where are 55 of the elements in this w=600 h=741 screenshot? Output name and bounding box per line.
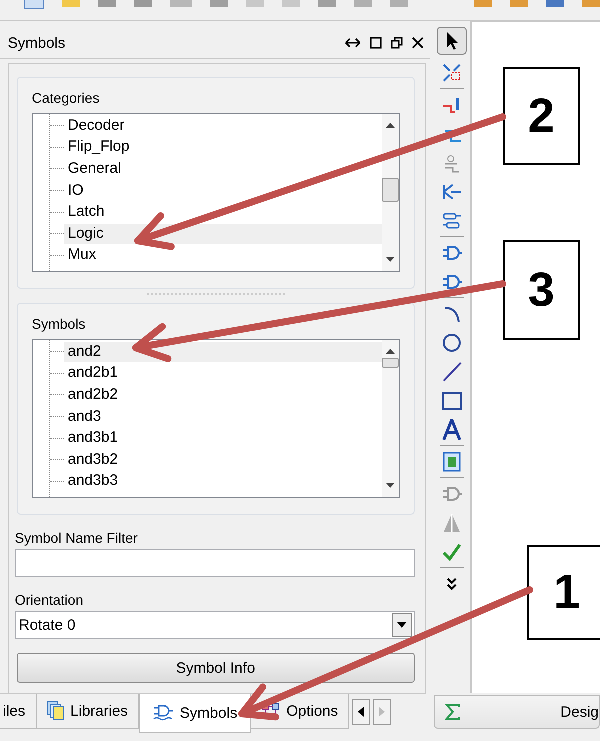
panel-tab[interactable]: Symbols xyxy=(139,694,251,733)
maximize-icon[interactable] xyxy=(370,37,382,49)
panel-tab[interactable]: iles xyxy=(0,694,37,729)
line-icon[interactable] xyxy=(440,360,463,382)
tree-item[interactable]: and2b1 xyxy=(64,363,382,384)
scroll-down-icon[interactable] xyxy=(386,483,395,489)
panel-tab[interactable]: Libraries xyxy=(36,694,140,729)
tree-item[interactable]: General xyxy=(64,158,382,179)
rectangle-icon[interactable] xyxy=(440,390,463,412)
scrollbar-thumb[interactable] xyxy=(382,178,399,202)
tree-item[interactable]: and3b3 xyxy=(64,471,382,492)
scrollbar[interactable] xyxy=(382,114,399,271)
restore-icon[interactable] xyxy=(390,37,403,49)
resize-icon[interactable] xyxy=(344,38,361,48)
scroll-up-icon[interactable] xyxy=(386,348,395,354)
tree-item[interactable]: Decoder xyxy=(64,116,382,136)
design-tab[interactable]: Desig xyxy=(434,695,600,729)
tree-item[interactable]: Mux xyxy=(64,245,382,266)
group-label: Symbols xyxy=(32,316,87,332)
select-area-icon[interactable] xyxy=(440,62,463,84)
group-label: Categories xyxy=(32,90,101,106)
scrollbar-thumb[interactable] xyxy=(382,358,399,368)
tree-item[interactable]: and3b2 xyxy=(64,450,382,470)
sigma-icon xyxy=(444,704,461,720)
symbol-info-button[interactable]: Symbol Info xyxy=(17,653,415,683)
tree-item[interactable]: Logic xyxy=(64,224,382,244)
tree-item[interactable]: IO xyxy=(64,180,382,201)
callout-number: 1 xyxy=(527,545,600,640)
help-page-icon[interactable] xyxy=(440,450,463,472)
orientation-dropdown[interactable]: Rotate 0 xyxy=(15,611,415,639)
tree-item[interactable]: Flip_Flop xyxy=(64,137,382,158)
gate-icon xyxy=(152,704,174,722)
tree-item[interactable]: Latch xyxy=(64,202,382,222)
field-label: Orientation xyxy=(15,592,84,608)
callout-number: 2 xyxy=(503,67,580,165)
dropdown-caret-icon xyxy=(396,622,407,628)
close-icon[interactable] xyxy=(412,37,424,49)
panel-tab[interactable]: Options xyxy=(250,694,350,729)
text-icon[interactable] xyxy=(440,418,463,440)
filter-field[interactable] xyxy=(15,549,415,577)
field-label: Symbol Name Filter xyxy=(15,530,139,546)
right-triangle-icon xyxy=(379,707,386,717)
circle-icon[interactable] xyxy=(440,332,463,354)
tree-item[interactable]: and2 xyxy=(64,342,382,362)
callout-number: 3 xyxy=(503,240,580,340)
scroll-down-icon[interactable] xyxy=(386,257,395,263)
left-triangle-icon xyxy=(358,707,364,717)
scroll-up-icon[interactable] xyxy=(386,122,395,128)
tab-scroll-left-button[interactable] xyxy=(352,699,370,725)
tree-item[interactable]: and3b1 xyxy=(64,428,382,448)
scrollbar[interactable] xyxy=(382,340,399,497)
tree-item[interactable]: and3 xyxy=(64,406,382,427)
panel-title: Symbols xyxy=(8,34,66,52)
documents-icon xyxy=(46,701,65,721)
tree-item[interactable]: and2b2 xyxy=(64,384,382,405)
